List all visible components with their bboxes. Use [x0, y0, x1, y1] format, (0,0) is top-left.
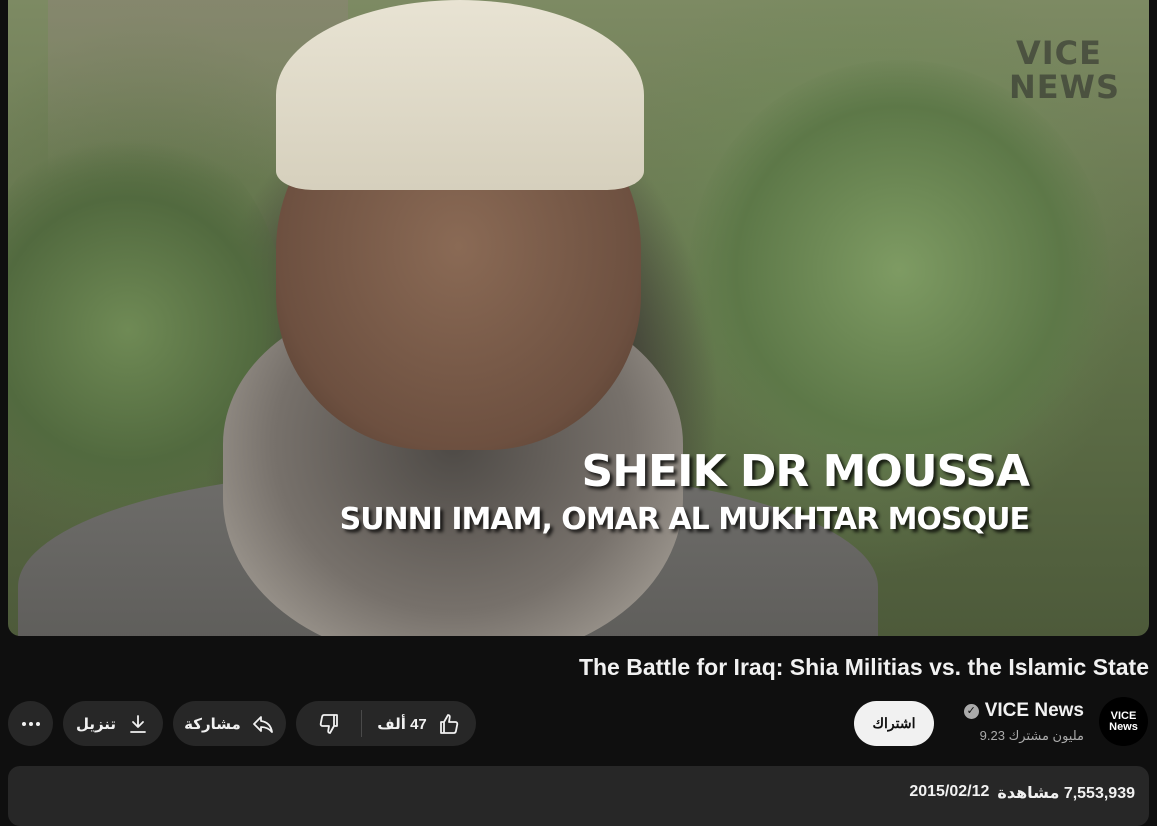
- lower-third-name: SHEIK DR MOUSSA: [581, 446, 1030, 497]
- channel-name-link[interactable]: ✓ VICE News: [963, 700, 1084, 722]
- video-subject-cap: [276, 0, 644, 190]
- avatar-line2: News: [1109, 720, 1138, 733]
- like-button[interactable]: 47 ألف: [362, 701, 476, 746]
- subscriber-count: 9.23 مليون مشترك: [979, 728, 1084, 743]
- video-title: The Battle for Iraq: Shia Militias vs. t…: [578, 654, 1149, 680]
- download-icon: [130, 714, 146, 733]
- description-meta: 7,553,939 مشاهدة 2015/02/12: [909, 783, 1135, 803]
- thumbs-up-icon: [439, 713, 458, 734]
- video-player[interactable]: VICE NEWS SHEIK DR MOUSSA SUNNI IMAM, OM…: [8, 0, 1149, 636]
- share-arrow-icon: [252, 715, 273, 733]
- share-button[interactable]: مشاركة: [173, 701, 286, 746]
- verified-check-icon: ✓: [963, 703, 979, 719]
- channel-name: VICE News: [984, 700, 1084, 721]
- more-actions-button[interactable]: [8, 701, 53, 746]
- channel-avatar[interactable]: VICE News: [1099, 697, 1148, 746]
- download-label: تنزيل: [75, 715, 117, 733]
- like-count: 47 ألف: [377, 715, 427, 733]
- dislike-button[interactable]: [296, 701, 361, 746]
- download-button[interactable]: تنزيل: [63, 701, 163, 746]
- video-foliage-right: [689, 60, 1109, 480]
- view-count: 7,553,939 مشاهدة: [997, 785, 1135, 802]
- subscribe-button[interactable]: اشتراك: [854, 701, 934, 746]
- description-box[interactable]: 7,553,939 مشاهدة 2015/02/12: [8, 766, 1149, 826]
- avatar-line1: VICE: [1110, 709, 1137, 722]
- more-horizontal-icon: [21, 721, 40, 726]
- share-label: مشاركة: [184, 715, 241, 733]
- like-dislike-group: 47 ألف: [296, 701, 476, 746]
- lower-third-role: SUNNI IMAM, OMAR AL MUKHTAR MOSQUE: [339, 502, 1030, 537]
- upload-date: 2015/02/12: [909, 783, 990, 800]
- thumbs-down-icon: [319, 713, 338, 734]
- watermark-line1: VICE: [1015, 34, 1102, 72]
- vice-news-watermark: VICE NEWS: [1009, 34, 1120, 106]
- watermark-line2: NEWS: [1009, 68, 1120, 106]
